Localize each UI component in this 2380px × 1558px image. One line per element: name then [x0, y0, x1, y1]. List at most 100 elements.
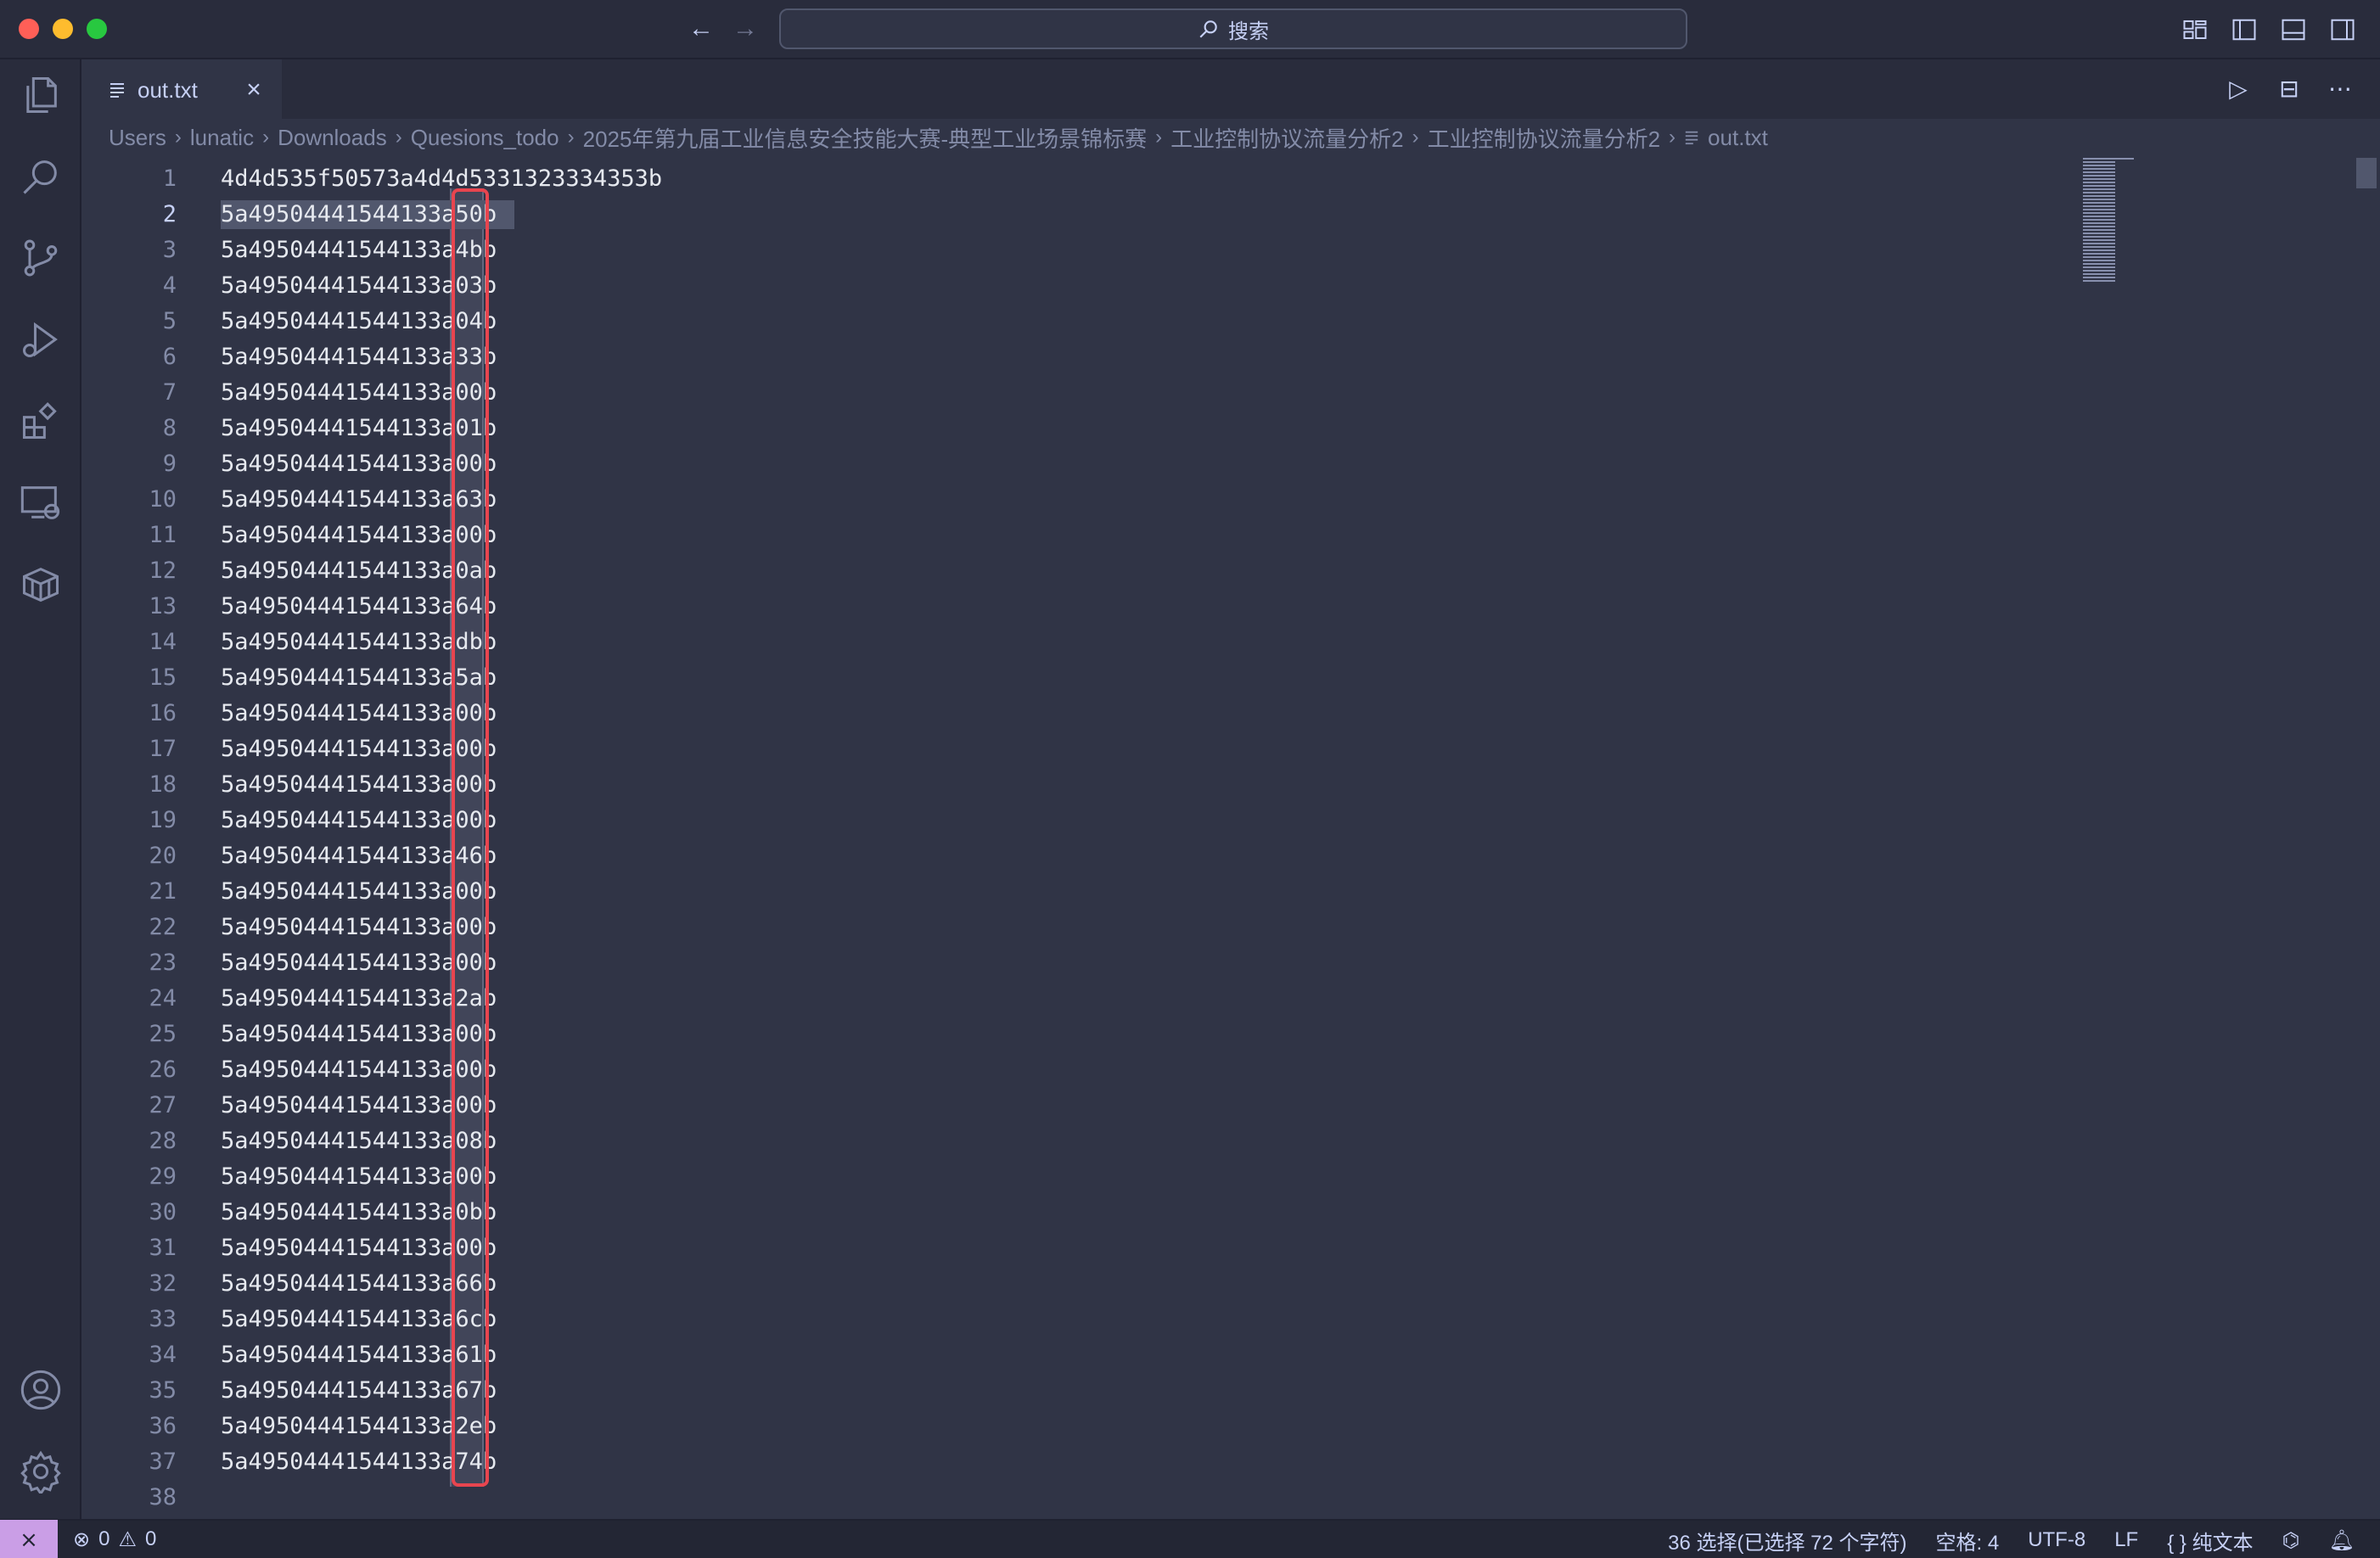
chevron-right-icon: › [395, 126, 402, 149]
breadcrumb-item[interactable]: Users [109, 125, 166, 151]
editor-line[interactable]: 23 5a49504441544133a00b [81, 945, 2119, 981]
text-editor[interactable]: 1 4d4d535f50573a4d4d5331323334353b 2 5a4950… [81, 156, 2380, 1519]
editor-line[interactable]: 7 5a49504441544133a00b [81, 375, 2119, 411]
breadcrumb-item[interactable]: Downloads [278, 125, 387, 151]
source-control-icon[interactable] [19, 236, 63, 280]
editor-line[interactable]: 17 5a49504441544133a00b [81, 731, 2119, 767]
encoding-status[interactable]: UTF-8 [2028, 1528, 2085, 1552]
editor-line[interactable]: 19 5a49504441544133a00b [81, 803, 2119, 838]
extensions-icon[interactable] [19, 399, 63, 443]
editor-line[interactable]: 13 5a49504441544133a64b [81, 589, 2119, 625]
line-number: 31 [149, 1235, 177, 1261]
split-editor-icon[interactable]: ⊟ [2275, 75, 2304, 104]
editor-line[interactable]: 10 5a49504441544133a63b [81, 482, 2119, 518]
toggle-secondary-sidebar-icon[interactable] [2329, 17, 2356, 42]
minimap-line [2083, 253, 2115, 255]
editor-line[interactable]: 15 5a49504441544133a5ab [81, 660, 2119, 696]
customize-layout-icon[interactable] [2181, 17, 2209, 42]
toggle-panel-icon[interactable] [2280, 17, 2307, 42]
editor-line[interactable]: 37 5a49504441544133a74b [81, 1444, 2119, 1480]
minimap-line [2083, 216, 2115, 217]
chevron-right-icon: › [174, 126, 182, 149]
explorer-icon[interactable] [19, 73, 63, 117]
zoom-window-button[interactable] [87, 19, 107, 39]
line-number: 27 [149, 1092, 177, 1118]
go-forward-arrow-icon[interactable]: → [728, 12, 762, 46]
close-tab-icon[interactable]: × [241, 77, 267, 104]
line-number: 29 [149, 1163, 177, 1190]
editor-line[interactable]: 9 5a49504441544133a00b [81, 446, 2119, 482]
editor-line[interactable]: 20 5a49504441544133a46b [81, 838, 2119, 874]
editor-line[interactable]: 30 5a49504441544133a0bb [81, 1195, 2119, 1230]
minimap[interactable] [2078, 156, 2154, 283]
line-number: 15 [149, 664, 177, 691]
editor-line[interactable]: 2 5a49504441544133a50b [81, 197, 2119, 233]
line-number: 14 [149, 629, 177, 655]
command-center-search[interactable]: 搜索 [779, 8, 1687, 49]
editor-line[interactable]: 11 5a49504441544133a00b [81, 518, 2119, 553]
line-number: 36 [149, 1413, 177, 1439]
editor-line[interactable]: 16 5a49504441544133a00b [81, 696, 2119, 731]
editor-line[interactable]: 1 4d4d535f50573a4d4d5331323334353b [81, 161, 2119, 197]
breadcrumb-item[interactable]: 工业控制协议流量分析2 [1428, 122, 1660, 154]
settings-gear-icon[interactable] [19, 1449, 63, 1496]
editor-line[interactable]: 38 [81, 1480, 2119, 1516]
editor-line[interactable]: 36 5a49504441544133a2eb [81, 1409, 2119, 1444]
editor-line[interactable]: 28 5a49504441544133a08b [81, 1124, 2119, 1159]
editor-line[interactable]: 21 5a49504441544133a00b [81, 874, 2119, 910]
minimap-line [2083, 161, 2115, 163]
minimize-window-button[interactable] [53, 19, 73, 39]
editor-line[interactable]: 29 5a49504441544133a00b [81, 1159, 2119, 1195]
line-number: 35 [149, 1377, 177, 1404]
editor-line[interactable]: 35 5a49504441544133a67b [81, 1373, 2119, 1409]
line-number: 34 [149, 1342, 177, 1368]
go-back-arrow-icon[interactable]: ← [684, 12, 718, 46]
editor-line[interactable]: 5 5a49504441544133a04b [81, 304, 2119, 339]
notifications-bell-icon[interactable]: 🔔︎ [2329, 1528, 2355, 1553]
editor-line[interactable]: 22 5a49504441544133a00b [81, 910, 2119, 945]
editor-line[interactable]: 24 5a49504441544133a2ab [81, 981, 2119, 1017]
editor-line[interactable]: 34 5a49504441544133a61b [81, 1337, 2119, 1373]
editor-line[interactable]: 3 5a49504441544133a4bb [81, 233, 2119, 268]
line-number: 2 [162, 201, 177, 227]
editor-line[interactable]: 32 5a49504441544133a66b [81, 1266, 2119, 1302]
editor-line[interactable]: 27 5a49504441544133a00b [81, 1088, 2119, 1124]
selection-status[interactable]: 36 选择(已选择 72 个字符) [1668, 1526, 1906, 1555]
problems-indicator[interactable]: ⊗ 0 ⚠ 0 [73, 1527, 156, 1552]
indentation-status[interactable]: 空格: 4 [1936, 1526, 2000, 1555]
scrollbar-thumb[interactable] [2356, 158, 2377, 188]
language-mode[interactable]: { } 纯文本 [2167, 1526, 2253, 1555]
editor-line[interactable]: 14 5a49504441544133adbb [81, 625, 2119, 660]
more-actions-icon[interactable]: ⋯ [2326, 75, 2355, 104]
run-debug-icon[interactable] [19, 317, 63, 361]
chevron-right-icon: › [1669, 126, 1676, 149]
close-window-button[interactable] [19, 19, 39, 39]
breadcrumb-item[interactable]: 工业控制协议流量分析2 [1170, 122, 1403, 154]
account-icon[interactable] [19, 1368, 63, 1412]
editor-line[interactable]: 4 5a49504441544133a03b [81, 268, 2119, 304]
line-number: 10 [149, 486, 177, 513]
run-file-icon[interactable]: ▷ [2224, 75, 2253, 104]
remote-indicator-icon[interactable]: ⨯ [0, 1520, 58, 1558]
toggle-primary-sidebar-icon[interactable] [2231, 17, 2258, 42]
minimap-line [2083, 226, 2115, 227]
remote-explorer-icon[interactable] [19, 480, 63, 524]
editor-line[interactable]: 26 5a49504441544133a00b [81, 1052, 2119, 1088]
activity-bar [0, 59, 81, 1519]
editor-line[interactable]: 8 5a49504441544133a01b [81, 411, 2119, 446]
breadcrumb-item[interactable]: Quesions_todo [411, 125, 559, 151]
search-icon[interactable] [19, 154, 63, 199]
editor-line[interactable]: 31 5a49504441544133a00b [81, 1230, 2119, 1266]
editor-line[interactable]: 33 5a49504441544133a6cb [81, 1302, 2119, 1337]
eol-status[interactable]: LF [2114, 1528, 2138, 1552]
breadcrumb-item[interactable]: 2025年第九届工业信息安全技能大赛-典型工业场景锦标赛 [583, 122, 1148, 154]
editor-line[interactable]: 12 5a49504441544133a0ab [81, 553, 2119, 589]
breadcrumb-item[interactable]: out.txt [1708, 125, 1768, 151]
tab-out-txt[interactable]: out.txt × [81, 59, 282, 119]
copilot-icon[interactable]: ⌬ [2282, 1528, 2300, 1553]
editor-line[interactable]: 6 5a49504441544133a33b [81, 339, 2119, 375]
editor-line[interactable]: 25 5a49504441544133a00b [81, 1017, 2119, 1052]
editor-line[interactable]: 18 5a49504441544133a00b [81, 767, 2119, 803]
packages-icon[interactable] [19, 562, 63, 606]
breadcrumb-item[interactable]: lunatic [190, 125, 254, 151]
